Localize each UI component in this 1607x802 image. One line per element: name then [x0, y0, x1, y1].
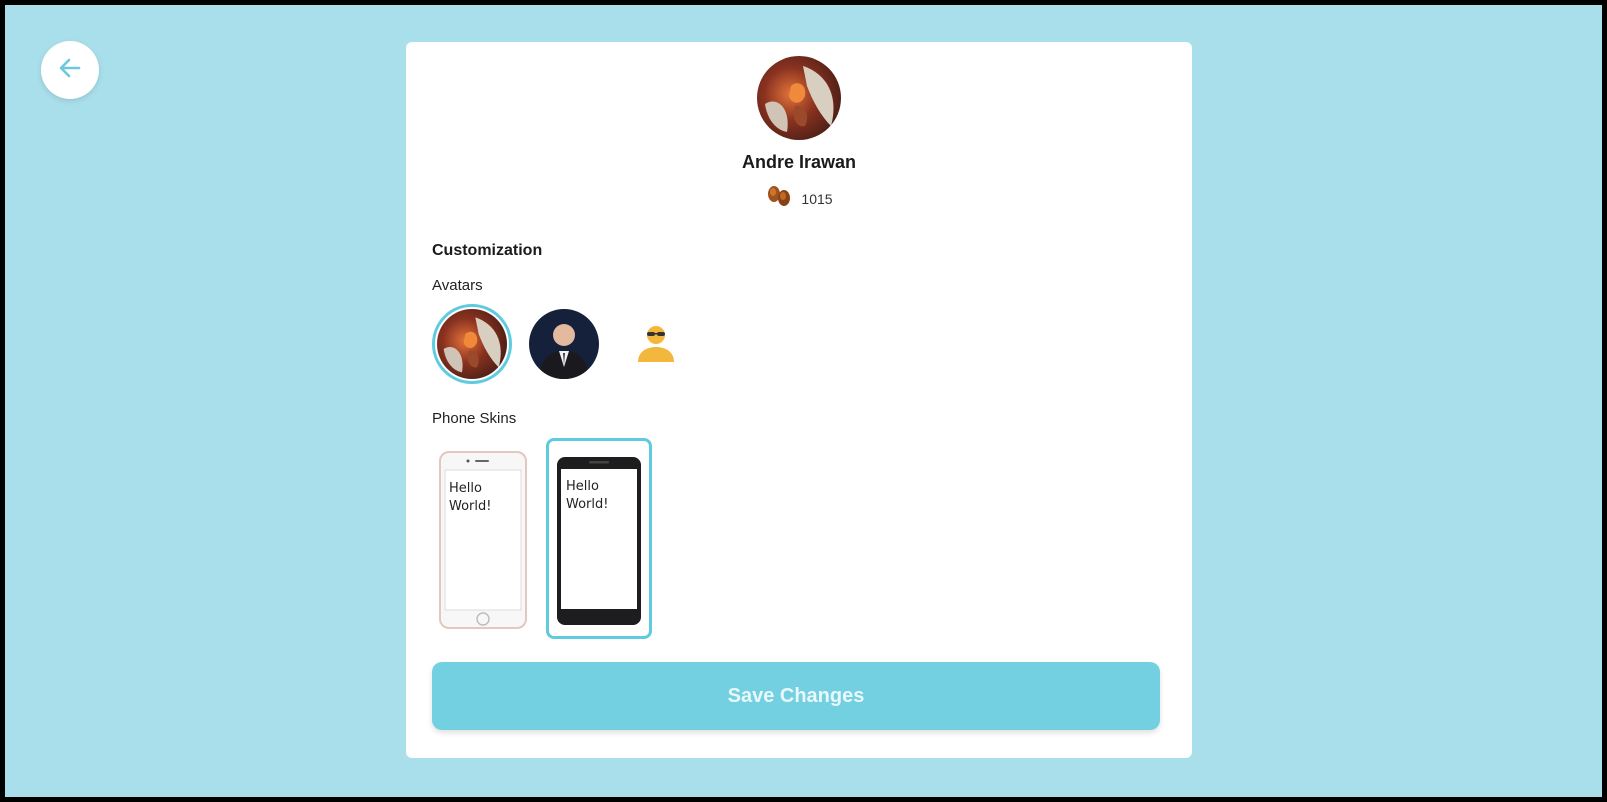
- app-frame: Andre Irawan 1015 Customization Avatars: [5, 5, 1602, 797]
- skin-text-line1: Hello: [566, 479, 599, 494]
- arrow-left-icon: [55, 53, 85, 88]
- white-iphone-skin: Hello World!: [439, 451, 527, 629]
- coins-balance: 1015: [406, 185, 1192, 212]
- profile-card: Andre Irawan 1015 Customization Avatars: [406, 42, 1192, 758]
- coins-count: 1015: [801, 190, 833, 207]
- phone-skins-label: Phone Skins: [432, 410, 517, 427]
- man-in-suit-avatar: [529, 309, 599, 379]
- black-android-skin: Hello World!: [557, 457, 641, 625]
- profile-avatar: [757, 56, 841, 140]
- skin-text-line2: World!: [449, 499, 491, 514]
- avatar-option-fantasy-art[interactable]: [432, 304, 512, 384]
- skin-text-line2: World!: [566, 497, 608, 512]
- coins-icon: [765, 185, 793, 212]
- customization-heading: Customization: [432, 242, 543, 259]
- back-button[interactable]: [41, 41, 99, 99]
- avatar-option-sunglasses[interactable]: [616, 304, 696, 384]
- save-changes-button[interactable]: Save Changes: [432, 662, 1160, 730]
- avatar-option-man-in-suit[interactable]: [524, 304, 604, 384]
- avatars-label: Avatars: [432, 277, 483, 294]
- profile-name: Andre Irawan: [741, 152, 857, 172]
- skin-option-black-android[interactable]: Hello World!: [546, 438, 652, 639]
- sunglasses-person-icon: [634, 320, 678, 369]
- skin-option-white-iphone[interactable]: Hello World!: [438, 450, 528, 630]
- fantasy-art-avatar: [437, 309, 507, 379]
- skin-text-line1: Hello: [449, 481, 482, 496]
